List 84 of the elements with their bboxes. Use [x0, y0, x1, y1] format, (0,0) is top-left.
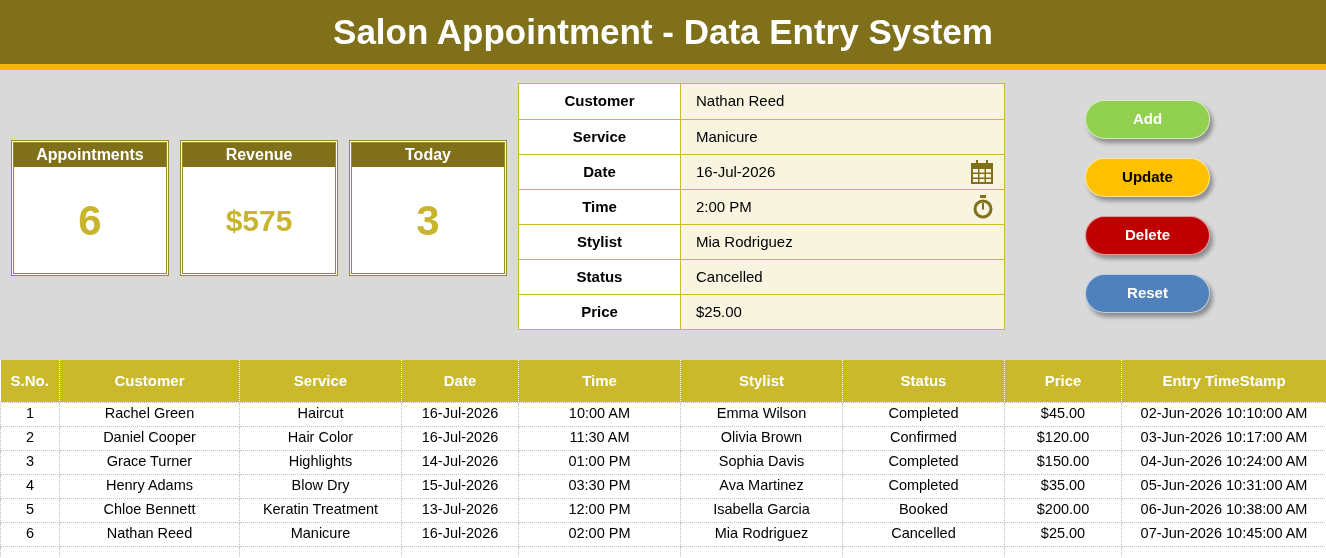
field-label: Service	[572, 126, 627, 147]
field-label: Date	[583, 161, 616, 182]
table-cell: Henry Adams	[59, 474, 240, 498]
table-cell: Manicure	[239, 522, 402, 546]
field-label: Status	[576, 266, 623, 287]
card-label: Today	[405, 145, 451, 165]
table-cell: Isabella Garcia	[680, 498, 843, 522]
column-header: Customer	[59, 360, 240, 402]
column-header: S.No.	[0, 360, 60, 402]
table-cell: 2	[0, 426, 60, 450]
table-cell: Nathan Reed	[59, 522, 240, 546]
field-label: Customer	[564, 91, 635, 112]
table-cell: 16-Jul-2026	[401, 426, 519, 450]
action-button[interactable]: Update	[1085, 158, 1210, 197]
table-cell: Ava Martinez	[680, 474, 843, 498]
table-cell: $120.00	[1004, 426, 1122, 450]
table-cell: Sophia Davis	[680, 450, 843, 474]
table-cell: Blow Dry	[239, 474, 402, 498]
table-cell: 12:00 PM	[518, 498, 681, 522]
field-label: Stylist	[577, 231, 622, 252]
table-cell: Hair Color	[239, 426, 402, 450]
card-value: 3	[416, 195, 440, 246]
card-label: Revenue	[225, 145, 293, 165]
table-cell: Grace Turner	[59, 450, 240, 474]
table-cell: 5	[0, 498, 60, 522]
table-cell: $35.00	[1004, 474, 1122, 498]
input-field[interactable]: Mia Rodriguez	[681, 225, 1004, 259]
input-field[interactable]: 2:00 PM	[681, 190, 1004, 224]
table-cell: 4	[0, 474, 60, 498]
table-cell: Olivia Brown	[680, 426, 843, 450]
table-cell: 1	[0, 402, 60, 426]
table-cell: 03:30 PM	[518, 474, 681, 498]
action-button[interactable]: Reset	[1085, 274, 1210, 313]
field-label: Price	[581, 301, 618, 322]
table-cell: Completed	[842, 402, 1005, 426]
table-cell: Confirmed	[842, 426, 1005, 450]
column-header: Date	[401, 360, 519, 402]
input-field[interactable]: 16-Jul-2026	[681, 155, 1004, 189]
input-field[interactable]: Manicure	[681, 120, 1004, 154]
calendar-icon[interactable]	[970, 159, 994, 185]
table-cell: Completed	[842, 450, 1005, 474]
table-cell: 01:00 PM	[518, 450, 681, 474]
input-field[interactable]: Nathan Reed	[681, 84, 1004, 119]
page-title: Salon Appointment - Data Entry System	[333, 10, 993, 53]
table-cell: Chloe Bennett	[59, 498, 240, 522]
table-cell: $45.00	[1004, 402, 1122, 426]
table-cell: 02-Jun-2026 10:10:00 AM	[1121, 402, 1326, 426]
table-cell: 02:00 PM	[518, 522, 681, 546]
card-value: $575	[225, 202, 293, 239]
table-cell: 3	[0, 450, 60, 474]
field-label: Time	[582, 196, 617, 217]
table-cell: 14-Jul-2026	[401, 450, 519, 474]
table-cell: $150.00	[1004, 450, 1122, 474]
action-button[interactable]: Delete	[1085, 216, 1210, 255]
input-field[interactable]: $25.00	[681, 295, 1004, 329]
table-cell: Completed	[842, 474, 1005, 498]
table-cell: 10:00 AM	[518, 402, 681, 426]
table-cell: 6	[0, 522, 60, 546]
table-cell: Keratin Treatment	[239, 498, 402, 522]
input-field[interactable]: Cancelled	[681, 260, 1004, 294]
table-cell: 15-Jul-2026	[401, 474, 519, 498]
column-header: Status	[842, 360, 1005, 402]
table-cell: Emma Wilson	[680, 402, 843, 426]
table-cell: Mia Rodriguez	[680, 522, 843, 546]
table-cell: Daniel Cooper	[59, 426, 240, 450]
table-cell: $200.00	[1004, 498, 1122, 522]
column-header: Entry TimeStamp	[1121, 360, 1326, 402]
table-cell: Booked	[842, 498, 1005, 522]
column-header: Stylist	[680, 360, 843, 402]
card-label: Appointments	[36, 145, 144, 165]
card-value: 6	[78, 195, 102, 246]
table-cell: Rachel Green	[59, 402, 240, 426]
table-cell: $25.00	[1004, 522, 1122, 546]
table-cell: Highlights	[239, 450, 402, 474]
table-cell: 16-Jul-2026	[401, 402, 519, 426]
table-cell: 13-Jul-2026	[401, 498, 519, 522]
table-cell: Haircut	[239, 402, 402, 426]
column-header: Service	[239, 360, 402, 402]
stopwatch-icon[interactable]	[972, 195, 994, 219]
table-cell: Cancelled	[842, 522, 1005, 546]
column-header: Price	[1004, 360, 1122, 402]
table-cell: 11:30 AM	[518, 426, 681, 450]
table-cell: 16-Jul-2026	[401, 522, 519, 546]
column-header: Time	[518, 360, 681, 402]
